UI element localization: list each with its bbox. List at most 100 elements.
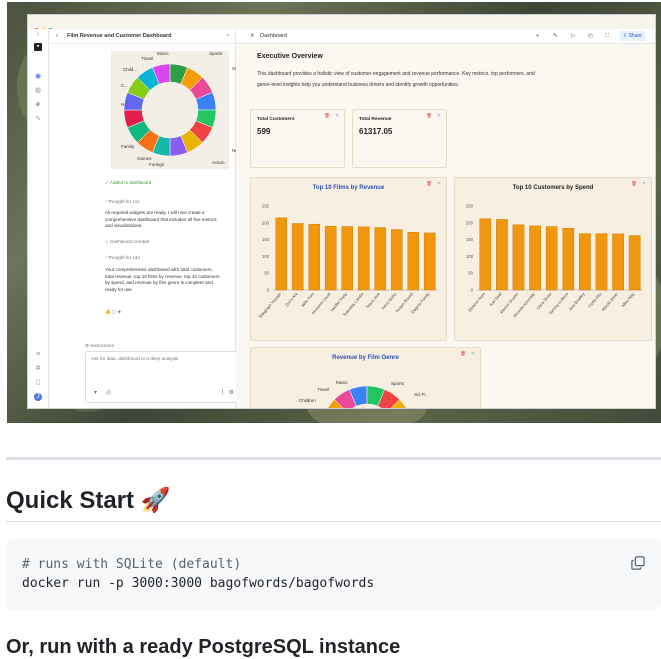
films-bar-chart: 0 50 100 150 200 250 Telegraph Voyage Zorro Ark…	[258, 204, 438, 319]
kpi-value: 61317.05	[359, 127, 393, 136]
app-logo-icon[interactable]: ▪	[34, 43, 42, 51]
donut-label: Sports	[391, 381, 405, 386]
comment-icon[interactable]: ▢	[112, 309, 116, 314]
bar[interactable]	[423, 232, 436, 291]
reports-icon[interactable]: ◍	[34, 87, 42, 95]
y-tick-label: 200	[466, 220, 474, 225]
added-status-text: Added to dashboard	[109, 180, 152, 185]
donut-label: Travel	[141, 56, 154, 61]
mode-icon[interactable]: ◎	[106, 389, 111, 396]
bar[interactable]	[595, 233, 608, 291]
donut-label: Travel	[317, 387, 330, 392]
thumbs-up-icon[interactable]: 👍	[105, 309, 111, 314]
x-tick-label: Mike Way	[620, 291, 635, 308]
bar[interactable]	[612, 233, 624, 291]
instructions-link[interactable]: ⚙ Instructions	[85, 343, 114, 350]
donut-label: Sports	[209, 51, 223, 56]
chat-input-placeholder: Ask for data, dashboard or a deep analys…	[91, 356, 179, 361]
y-tick-label: 50	[264, 271, 269, 276]
play-icon[interactable]: ▷	[571, 29, 575, 43]
kpi-label: Total Customers	[257, 117, 295, 122]
delete-icon[interactable]: 🗑	[324, 113, 330, 119]
y-tick-label: 150	[466, 237, 474, 242]
thought-toggle-2[interactable]: › Thought for 14s	[105, 255, 140, 262]
chat-input-box[interactable]: Ask for data, dashboard or a deep analys…	[85, 351, 251, 403]
y-tick-label: 250	[262, 204, 270, 209]
bar[interactable]	[496, 219, 508, 291]
overview-title: Executive Overview	[257, 53, 323, 60]
x-tick-label: Karl Seal	[488, 291, 502, 307]
delete-icon[interactable]: 🗑	[426, 113, 432, 119]
x-tick-label: Marcia Dean	[600, 291, 618, 312]
x-tick-label: Ana Bradley	[568, 291, 586, 311]
edit-icon[interactable]: ✎	[437, 113, 441, 119]
close-tab-icon[interactable]: ✕	[250, 29, 255, 43]
bar[interactable]	[291, 223, 304, 291]
code-comment: # runs with SQLite (default)	[22, 557, 242, 572]
postgres-heading: Or, run with a ready PostgreSQL instance	[6, 636, 401, 658]
donut-label: H	[121, 102, 125, 107]
bar[interactable]	[407, 232, 420, 291]
attach-icon[interactable]: ⌇	[221, 389, 224, 396]
avatar[interactable]: J	[34, 393, 42, 401]
bar[interactable]	[374, 227, 387, 291]
add-icon[interactable]: +	[536, 29, 539, 43]
bar[interactable]	[479, 218, 492, 291]
bar[interactable]	[529, 225, 541, 291]
tab-dashboard[interactable]: Dashboard	[260, 29, 287, 43]
quick-start-heading: Quick Start 🚀	[6, 487, 171, 514]
feedback-icons: 👍 ▢ ◈	[105, 309, 121, 316]
icon-rail: › ▪ ◉ ◍ ◈ ∿ ≡ ✲ ▯ J	[28, 29, 49, 408]
settings-small-icon[interactable]: ⚙	[229, 389, 234, 396]
bar[interactable]	[308, 223, 321, 291]
y-tick-label: 50	[468, 271, 473, 276]
expand-icon[interactable]: ›	[34, 31, 42, 39]
edit-icon[interactable]: ✎	[553, 29, 558, 43]
home-icon[interactable]: ◉	[34, 73, 42, 81]
donut-label: Action	[212, 160, 225, 165]
copy-icon[interactable]	[631, 556, 645, 570]
x-tick-label: Wife Turn	[300, 291, 315, 307]
thought-toggle-1[interactable]: › Thought for 11s	[105, 199, 140, 206]
y-tick-label: 200	[262, 220, 270, 225]
overview-line: genre-level insights help you understand…	[257, 82, 460, 88]
kpi-card-customers: 🗑 ✎ Total Customers 599	[250, 109, 345, 168]
x-tick-label: Titans Jerk	[365, 291, 381, 309]
x-tick-label: Clara Shaw	[535, 291, 552, 310]
donut-label: Games	[137, 156, 152, 161]
back-icon[interactable]: ‹	[56, 29, 58, 43]
cube-icon[interactable]: ◈	[34, 101, 42, 109]
bar[interactable]	[579, 233, 591, 291]
share-button[interactable]: ⇧ Share	[620, 31, 645, 41]
settings-icon[interactable]: ✲	[34, 365, 42, 373]
bar[interactable]	[545, 226, 558, 291]
dashboard-created-text: Dashboard created	[110, 239, 150, 244]
book-icon[interactable]: ▯	[34, 379, 42, 387]
y-tick-label: 0	[471, 288, 474, 293]
donut-label: Sci-Fi	[414, 392, 426, 397]
bar[interactable]	[324, 225, 337, 291]
bar[interactable]	[341, 226, 354, 291]
database-icon[interactable]: ≡	[34, 351, 42, 359]
thought-2-text: Thought for 14s	[107, 255, 140, 260]
y-tick-label: 100	[262, 254, 270, 259]
edit-icon[interactable]: ✎	[335, 113, 339, 119]
overview-line: This dashboard provides a holistic view …	[257, 71, 535, 77]
history-icon[interactable]: ◔	[226, 29, 229, 43]
y-tick-label: 100	[466, 254, 474, 259]
bar[interactable]	[562, 227, 575, 291]
activity-icon[interactable]: ∿	[34, 115, 42, 123]
app-window: › ▪ ◉ ◍ ◈ ∿ ≡ ✲ ▯ J ‹ Film Revenue and C…	[27, 14, 656, 409]
bar[interactable]	[628, 235, 641, 291]
bar[interactable]	[275, 217, 288, 291]
y-tick-label: 0	[267, 288, 270, 293]
debug-icon[interactable]: ◈	[118, 309, 122, 314]
donut-label: Music	[157, 51, 169, 56]
bar[interactable]	[390, 229, 403, 291]
bar[interactable]	[512, 224, 525, 291]
fullscreen-icon[interactable]: ⛶	[605, 29, 609, 43]
bar[interactable]	[357, 226, 370, 291]
thought-1-text: Thought for 11s	[107, 199, 140, 204]
clock-icon[interactable]: ◴	[588, 29, 593, 43]
model-icon[interactable]: ▾	[94, 389, 97, 396]
